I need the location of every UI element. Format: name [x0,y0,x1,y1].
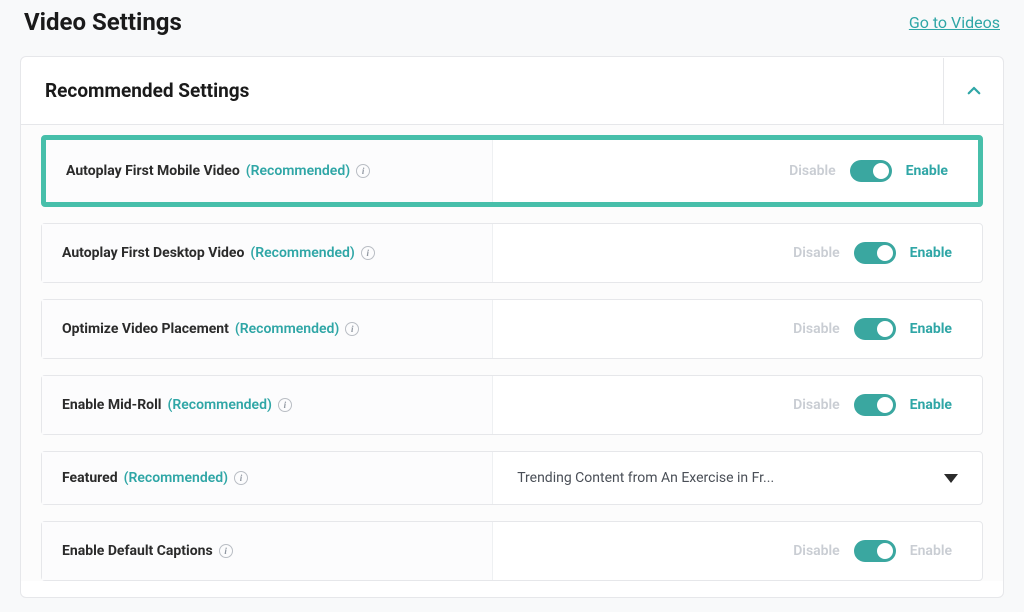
page-title: Video Settings [24,8,182,36]
setting-optimize-placement: Optimize Video Placement (Recommended) i… [41,299,983,359]
enable-label: Enable [910,543,952,559]
setting-featured: Featured (Recommended) i Trending Conten… [41,451,983,505]
toggle-autoplay-desktop[interactable] [854,242,896,264]
chevron-up-icon [965,82,983,100]
panel-body: Autoplay First Mobile Video (Recommended… [21,125,1003,581]
setting-label-cell: Enable Default Captions i [42,522,493,580]
disable-label: Disable [789,163,836,179]
recommended-settings-panel: Recommended Settings Autoplay First Mobi… [20,56,1004,598]
toggle-optimize-placement[interactable] [854,318,896,340]
enable-label: Enable [906,163,948,179]
toggle-autoplay-mobile[interactable] [850,160,892,182]
enable-label: Enable [910,397,952,413]
setting-autoplay-mobile: Autoplay First Mobile Video (Recommended… [41,135,983,207]
setting-mid-roll: Enable Mid-Roll (Recommended) i Disable … [41,375,983,435]
disable-label: Disable [793,543,840,559]
setting-label: Enable Default Captions [62,543,213,559]
disable-label: Disable [793,321,840,337]
panel-header: Recommended Settings [21,57,1003,125]
go-to-videos-link[interactable]: Go to Videos [909,13,1000,32]
dropdown-selected-text: Trending Content from An Exercise in Fr.… [517,470,774,486]
recommended-tag: (Recommended) [167,397,271,413]
setting-control-cell: Disable Enable [493,376,982,434]
caret-down-icon [944,474,958,483]
setting-default-captions: Enable Default Captions i Disable Enable [41,521,983,581]
info-icon[interactable]: i [219,544,233,558]
panel-title: Recommended Settings [45,79,249,102]
setting-label-cell: Autoplay First Desktop Video (Recommende… [42,224,493,282]
setting-control-cell: Disable Enable [493,140,978,202]
setting-control-cell: Disable Enable [493,300,982,358]
info-icon[interactable]: i [278,398,292,412]
setting-control-cell: Trending Content from An Exercise in Fr.… [493,452,982,504]
info-icon[interactable]: i [356,164,370,178]
disable-label: Disable [793,397,840,413]
recommended-tag: (Recommended) [250,245,354,261]
setting-label: Enable Mid-Roll [62,397,161,413]
setting-label: Optimize Video Placement [62,321,229,337]
info-icon[interactable]: i [345,322,359,336]
featured-dropdown[interactable]: Trending Content from An Exercise in Fr.… [517,470,958,486]
setting-autoplay-desktop: Autoplay First Desktop Video (Recommende… [41,223,983,283]
setting-label: Autoplay First Mobile Video [66,163,240,179]
info-icon[interactable]: i [234,471,248,485]
disable-label: Disable [793,245,840,261]
info-icon[interactable]: i [361,246,375,260]
recommended-tag: (Recommended) [246,163,350,179]
setting-label-cell: Featured (Recommended) i [42,452,493,504]
enable-label: Enable [910,245,952,261]
enable-label: Enable [910,321,952,337]
setting-label-cell: Optimize Video Placement (Recommended) i [42,300,493,358]
setting-label: Autoplay First Desktop Video [62,245,244,261]
setting-control-cell: Disable Enable [493,224,982,282]
recommended-tag: (Recommended) [235,321,339,337]
setting-label-cell: Enable Mid-Roll (Recommended) i [42,376,493,434]
toggle-default-captions[interactable] [854,540,896,562]
toggle-mid-roll[interactable] [854,394,896,416]
panel-collapse-button[interactable] [943,58,1003,124]
recommended-tag: (Recommended) [124,470,228,486]
page-header: Video Settings Go to Videos [0,0,1024,56]
setting-label: Featured [62,470,118,486]
setting-label-cell: Autoplay First Mobile Video (Recommended… [46,140,493,202]
setting-control-cell: Disable Enable [493,522,982,580]
